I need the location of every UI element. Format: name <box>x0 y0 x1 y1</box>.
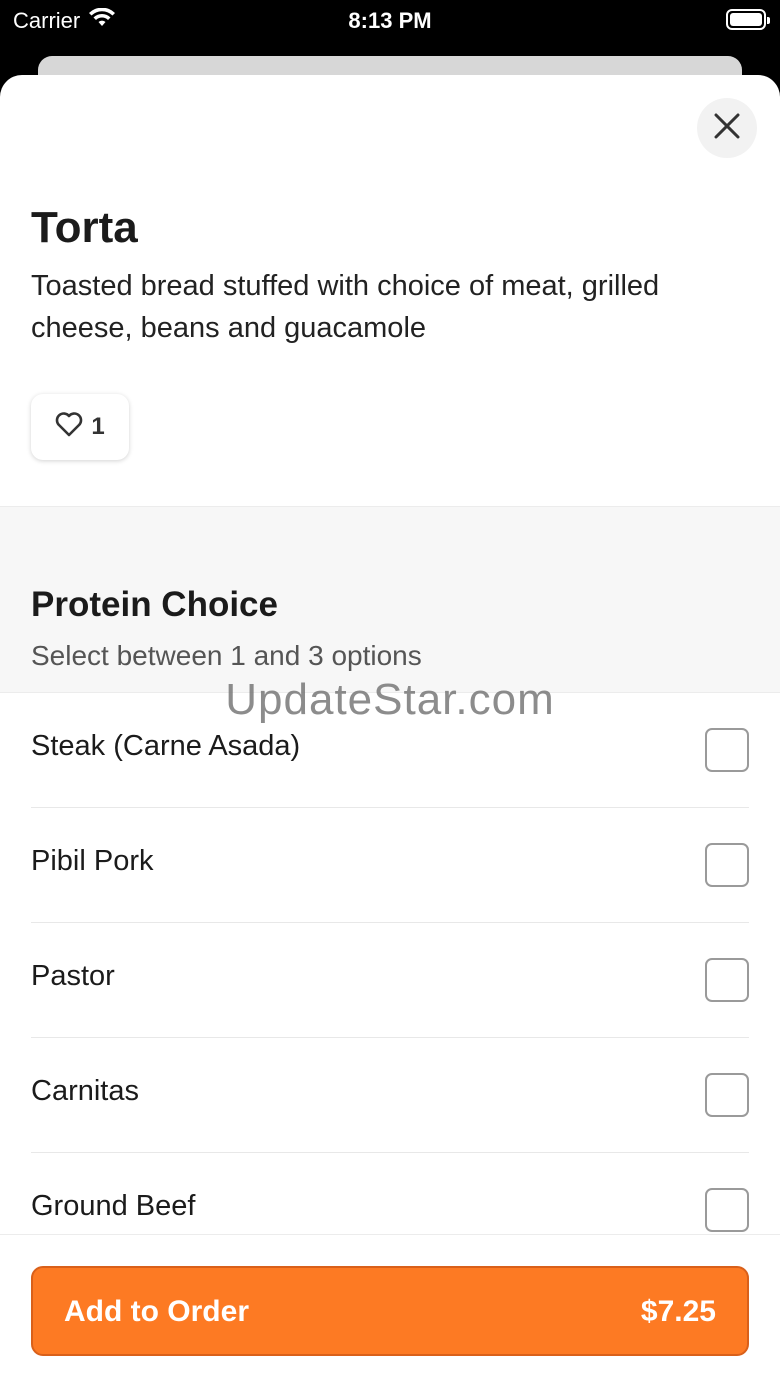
like-button[interactable]: 1 <box>31 394 129 460</box>
option-checkbox[interactable] <box>705 843 749 887</box>
status-time: 8:13 PM <box>348 8 432 33</box>
item-title: Torta <box>31 203 138 252</box>
heart-icon <box>55 411 83 444</box>
option-checkbox[interactable] <box>705 958 749 1002</box>
battery-level <box>730 13 762 26</box>
close-button[interactable] <box>697 98 757 158</box>
option-checkbox[interactable] <box>705 728 749 772</box>
screen: Carrier 8:13 PM Torta Toasted bread stuf… <box>0 0 780 1387</box>
option-label: Pastor <box>31 960 115 992</box>
option-label: Pibil Pork <box>31 845 154 877</box>
option-checkbox[interactable] <box>705 1188 749 1232</box>
order-price: $7.25 <box>640 1295 716 1328</box>
item-detail-sheet: Torta Toasted bread stuffed with choice … <box>0 75 780 1387</box>
add-to-order-label: Add to Order <box>64 1295 249 1328</box>
like-count: 1 <box>91 413 105 440</box>
options-list: Steak (Carne Asada) Pibil Pork Pastor Ca… <box>0 693 780 1268</box>
status-bar: Carrier 8:13 PM <box>0 0 780 40</box>
option-label: Carnitas <box>31 1075 139 1107</box>
option-label: Ground Beef <box>31 1190 196 1222</box>
section-header: Protein Choice Select between 1 and 3 op… <box>0 506 780 693</box>
option-row[interactable]: Carnitas <box>31 1038 749 1153</box>
option-row[interactable]: Pastor <box>31 923 749 1038</box>
close-icon <box>714 113 740 144</box>
add-to-order-button[interactable]: Add to Order $7.25 <box>31 1266 749 1356</box>
section-subtitle: Select between 1 and 3 options <box>31 640 422 671</box>
item-description: Toasted bread stuffed with choice of mea… <box>31 270 660 344</box>
battery-icon <box>726 9 770 30</box>
option-row[interactable]: Pibil Pork <box>31 808 749 923</box>
watermark: UpdateStar.com <box>225 675 555 724</box>
option-checkbox[interactable] <box>705 1073 749 1117</box>
section-title: Protein Choice <box>31 585 278 624</box>
option-label: Steak (Carne Asada) <box>31 730 301 762</box>
battery-tip <box>767 17 770 24</box>
order-footer: Add to Order $7.25 <box>0 1234 780 1387</box>
